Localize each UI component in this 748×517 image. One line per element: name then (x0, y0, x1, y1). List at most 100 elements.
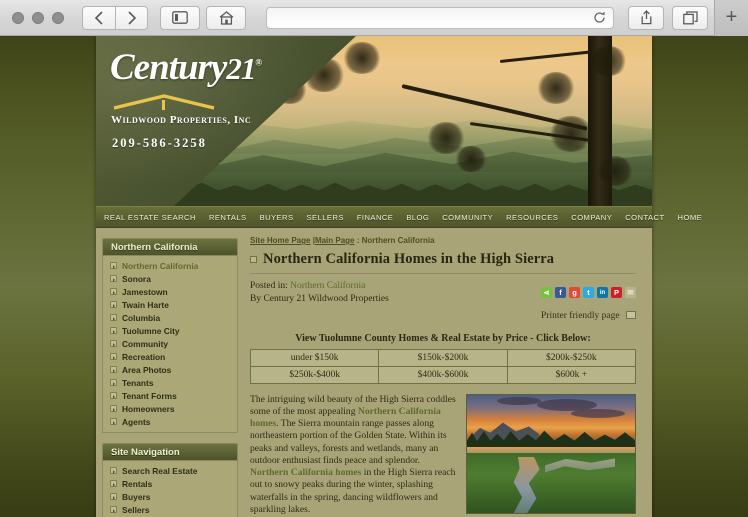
home-button[interactable] (206, 5, 246, 30)
sidebar-item-homeowners[interactable]: Homeowners (103, 402, 237, 415)
posted-in-line: Posted in: Northern California (250, 280, 389, 293)
show-sidebar-button[interactable] (160, 5, 200, 30)
printer-friendly-link[interactable]: Printer friendly page (541, 311, 620, 321)
logo-subtitle: Wildwood Properties, Inc (111, 114, 252, 126)
sidebar-item-label: Community (122, 338, 169, 349)
registered-mark-icon: ® (255, 57, 262, 68)
address-input[interactable] (275, 11, 605, 24)
price-cell-150k-200k[interactable]: $150k-$200k (378, 348, 508, 367)
bullet-arrow-icon (110, 353, 117, 360)
nav-company[interactable]: COMPANY (571, 213, 612, 222)
price-cell-200k-250k[interactable]: $200k-$250k (506, 348, 637, 367)
sidebar-item-rentals[interactable]: Rentals (103, 477, 237, 490)
nav-contact[interactable]: CONTACT (625, 213, 664, 222)
nav-rentals[interactable]: RENTALS (209, 213, 247, 222)
article-text-column: The intriguing wild beauty of the High S… (250, 394, 456, 517)
article-body: The intriguing wild beauty of the High S… (250, 393, 636, 517)
sidebar-item-sonora[interactable]: Sonora (103, 272, 237, 285)
breadcrumb-main-page[interactable]: Main Page (315, 236, 355, 245)
nav-resources[interactable]: RESOURCES (506, 213, 558, 222)
table-row: under $150k $150k-$200k $200k-$250k (249, 348, 637, 367)
reload-icon (594, 11, 605, 23)
sidebar-item-label: Tenants (122, 377, 154, 388)
sidebar-item-community[interactable]: Community (103, 337, 237, 350)
linkedin-icon[interactable]: in (597, 287, 608, 299)
sidebar-item-recreation[interactable]: Recreation (103, 350, 237, 363)
pinterest-icon[interactable]: P (611, 287, 622, 299)
logo-phone: 209-586-3258 (112, 136, 207, 150)
bullet-arrow-icon (110, 301, 117, 308)
bullet-arrow-icon (110, 506, 117, 513)
sidebar-item-twain-harte[interactable]: Twain Harte (103, 298, 237, 311)
show-tabs-button[interactable] (672, 5, 708, 30)
bullet-arrow-icon (110, 493, 117, 500)
forward-button[interactable] (115, 5, 148, 30)
sidebar-item-label: Area Photos (122, 364, 172, 375)
sidebar-item-tenants[interactable]: Tenants (103, 376, 237, 389)
address-bar[interactable] (266, 6, 614, 29)
sidebar-item-buyers[interactable]: Buyers (103, 490, 237, 503)
sidebar-item-area-photos[interactable]: Area Photos (103, 363, 237, 376)
new-tab-button[interactable]: + (714, 0, 748, 36)
sidebar-item-tuolumne-city[interactable]: Tuolumne City (103, 324, 237, 337)
sidebar: Northern California Northern California … (96, 228, 244, 517)
back-button[interactable] (82, 5, 115, 30)
sidebar-item-tenant-forms[interactable]: Tenant Forms (103, 389, 237, 402)
sidebar-panel-title: Site Navigation (102, 443, 238, 461)
share-icon[interactable]: ⋖ (541, 287, 552, 299)
googleplus-icon[interactable]: g (569, 287, 580, 299)
sidebar-item-label: Sonora (122, 273, 151, 284)
price-cell-under-150k[interactable]: under $150k (249, 348, 380, 367)
site-header-banner: Century21® Wildwood Properties, Inc 209-… (96, 36, 652, 206)
printer-friendly-row[interactable]: Printer friendly page (250, 310, 636, 321)
breadcrumb-site-home[interactable]: Site Home Page (250, 236, 310, 245)
facebook-icon[interactable]: f (555, 287, 566, 299)
logo-brand: Century21® (110, 46, 262, 89)
price-cell-400k-600k[interactable]: $400k-$600k (378, 365, 508, 384)
page-title: Northern California Homes in the High Si… (263, 251, 555, 267)
article-meta-row: Posted in: Northern California By Centur… (250, 280, 636, 306)
nav-blog[interactable]: BLOG (406, 213, 429, 222)
zoom-window-button[interactable] (52, 11, 64, 24)
byline: By Century 21 Wildwood Properties (250, 293, 389, 304)
bullet-arrow-icon (110, 405, 117, 412)
bullet-arrow-icon (110, 379, 117, 386)
nav-community[interactable]: COMMUNITY (442, 213, 493, 222)
window-traffic-lights (12, 11, 64, 24)
banner-pine-cluster (548, 116, 594, 152)
sidebar-item-columbia[interactable]: Columbia (103, 311, 237, 324)
sidebar-item-label: Tuolumne City (122, 325, 180, 336)
close-window-button[interactable] (12, 11, 24, 24)
sidebar-panel-northern-california: Northern California Northern California … (102, 238, 238, 433)
twitter-icon[interactable]: t (583, 287, 594, 299)
sidebar-panel-items: Search Real Estate Rentals Buyers Seller… (102, 461, 238, 517)
posted-in-category-link[interactable]: Northern California (290, 281, 365, 291)
price-cell-600k-plus[interactable]: $600k + (506, 365, 637, 384)
toolbar-right-buttons (628, 5, 708, 30)
sidebar-item-sellers[interactable]: Sellers (103, 503, 237, 516)
minimize-window-button[interactable] (32, 11, 44, 24)
sidebar-item-search-real-estate[interactable]: Search Real Estate (103, 464, 237, 477)
nav-home[interactable]: HOME (678, 213, 703, 222)
navigation-buttons (82, 5, 148, 30)
reload-button[interactable] (593, 11, 606, 29)
webpage-viewport: Century21® Wildwood Properties, Inc 209-… (0, 36, 748, 517)
price-cell-250k-400k[interactable]: $250k-$400k (249, 365, 380, 384)
sidebar-item-label: Columbia (122, 312, 161, 323)
bullet-arrow-icon (110, 366, 117, 373)
logo-brand-word: Century (110, 47, 227, 88)
email-icon[interactable]: ✉ (625, 287, 636, 299)
sidebar-item-northern-california[interactable]: Northern California (103, 259, 237, 272)
site-container: Century21® Wildwood Properties, Inc 209-… (96, 36, 702, 517)
sidebar-item-jamestown[interactable]: Jamestown (103, 285, 237, 298)
sidebar-item-agents[interactable]: Agents (103, 415, 237, 428)
nav-real-estate-search[interactable]: REAL ESTATE SEARCH (104, 213, 196, 222)
home-icon (219, 10, 233, 25)
nav-finance[interactable]: FINANCE (357, 213, 393, 222)
banner-pine-cluster (536, 72, 576, 104)
nav-sellers[interactable]: SELLERS (307, 213, 344, 222)
sidebar-item-label: Sellers (122, 504, 150, 515)
share-button[interactable] (628, 5, 664, 30)
bullet-arrow-icon (110, 467, 117, 474)
nav-buyers[interactable]: BUYERS (260, 213, 294, 222)
